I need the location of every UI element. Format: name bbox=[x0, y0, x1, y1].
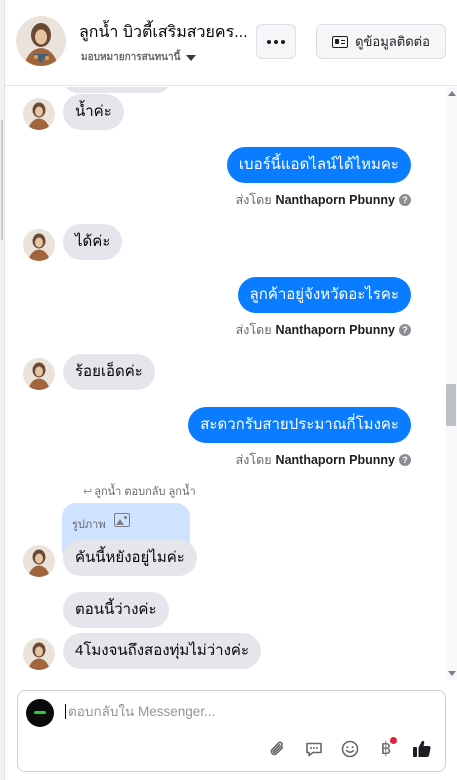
message-bubble-partial bbox=[63, 87, 171, 93]
contact-avatar[interactable] bbox=[16, 16, 66, 66]
sent-by-line: ส่งโดย Nanthaporn Pbunny ? bbox=[236, 320, 411, 340]
emoji-icon[interactable] bbox=[339, 738, 361, 760]
contact-avatar-small bbox=[23, 358, 55, 390]
thumbs-up-icon[interactable] bbox=[411, 738, 433, 760]
sent-by-prefix: ส่งโดย bbox=[235, 453, 272, 467]
incoming-message[interactable]: น้ำค่ะ bbox=[63, 94, 124, 130]
incoming-message[interactable]: คันนี้หยังอยู่ไมค่ะ bbox=[63, 540, 197, 576]
help-icon[interactable]: ? bbox=[399, 454, 411, 466]
quoted-label: รูปภาพ bbox=[72, 519, 106, 531]
composer-toolbar: ฿ bbox=[267, 737, 433, 760]
sent-by-prefix: ส่งโดย bbox=[235, 323, 272, 337]
page-name[interactable]: ลูกน้ำ บิวตี้เสริมสวยคร... bbox=[79, 20, 255, 45]
sender-name: Nanthaporn Pbunny bbox=[275, 193, 395, 207]
contact-avatar-small bbox=[23, 98, 55, 130]
outgoing-message[interactable]: เบอร์นี้แอดไลน์ได้ไหมคะ bbox=[226, 147, 411, 183]
scrollbar-thumb[interactable] bbox=[446, 384, 456, 426]
sender-name: Nanthaporn Pbunny bbox=[275, 453, 395, 467]
sender-name: Nanthaporn Pbunny bbox=[275, 323, 395, 337]
reply-context-label: ลูกน้ำ ตอบกลับ ลูกน้ำ bbox=[94, 486, 196, 498]
scroll-up-arrow-icon[interactable] bbox=[448, 91, 456, 96]
baht-icon[interactable]: ฿ bbox=[375, 737, 397, 760]
sent-by-line: ส่งโดย Nanthaporn Pbunny ? bbox=[236, 450, 411, 470]
help-icon[interactable]: ? bbox=[399, 324, 411, 336]
attach-icon[interactable] bbox=[267, 738, 289, 760]
outgoing-message[interactable]: สะดวกรับสายประมาณกี่โมงคะ bbox=[188, 407, 411, 443]
outgoing-message[interactable]: ลูกค้าอยู่จังหวัดอะไรคะ bbox=[237, 277, 411, 313]
reply-arrow-icon: ↩ bbox=[83, 485, 93, 498]
more-options-button[interactable] bbox=[256, 24, 296, 59]
view-contact-label: ดูข้อมูลติดต่อ bbox=[355, 34, 430, 49]
reply-input[interactable] bbox=[65, 704, 425, 719]
reply-context: ↩ ลูกน้ำ ตอบกลับ ลูกน้ำ bbox=[83, 482, 196, 500]
help-icon[interactable]: ? bbox=[399, 194, 411, 206]
contact-avatar-small bbox=[23, 545, 55, 577]
incoming-message[interactable]: 4โมงจนถึงสองทุ่มไม่ว่างค่ะ bbox=[63, 633, 262, 669]
saved-reply-icon[interactable] bbox=[303, 738, 325, 760]
assign-label: มอบหมายการสนทนานี้ bbox=[81, 52, 181, 63]
caret-down-icon bbox=[186, 54, 197, 61]
incoming-message[interactable]: ร้อยเอ็ดค่ะ bbox=[63, 354, 155, 390]
sent-by-line: ส่งโดย Nanthaporn Pbunny ? bbox=[236, 190, 411, 210]
contact-card-icon bbox=[332, 35, 349, 48]
photo-icon bbox=[113, 513, 130, 527]
notification-dot bbox=[390, 737, 397, 744]
incoming-message[interactable]: ตอนนี้ว่างค่ะ bbox=[63, 592, 169, 628]
scroll-down-arrow-icon[interactable] bbox=[448, 671, 456, 676]
thread-scrollbar[interactable] bbox=[446, 87, 457, 680]
contact-avatar-small bbox=[23, 229, 55, 261]
reply-composer: ฿ bbox=[17, 690, 446, 772]
more-dots-icon bbox=[267, 39, 285, 44]
assign-conversation[interactable]: มอบหมายการสนทนานี้ bbox=[81, 50, 197, 65]
page-avatar bbox=[26, 699, 54, 727]
view-contact-button[interactable]: ดูข้อมูลติดต่อ bbox=[316, 24, 446, 59]
message-thread[interactable]: น้ำค่ะ เบอร์นี้แอดไลน์ได้ไหมคะ ส่งโดย Na… bbox=[5, 87, 446, 680]
conversation-header: ลูกน้ำ บิวตี้เสริมสวยคร... มอบหมายการสนท… bbox=[5, 0, 457, 86]
incoming-message[interactable]: ได้ค่ะ bbox=[63, 224, 123, 260]
sent-by-prefix: ส่งโดย bbox=[235, 193, 272, 207]
contact-avatar-small bbox=[23, 638, 55, 670]
